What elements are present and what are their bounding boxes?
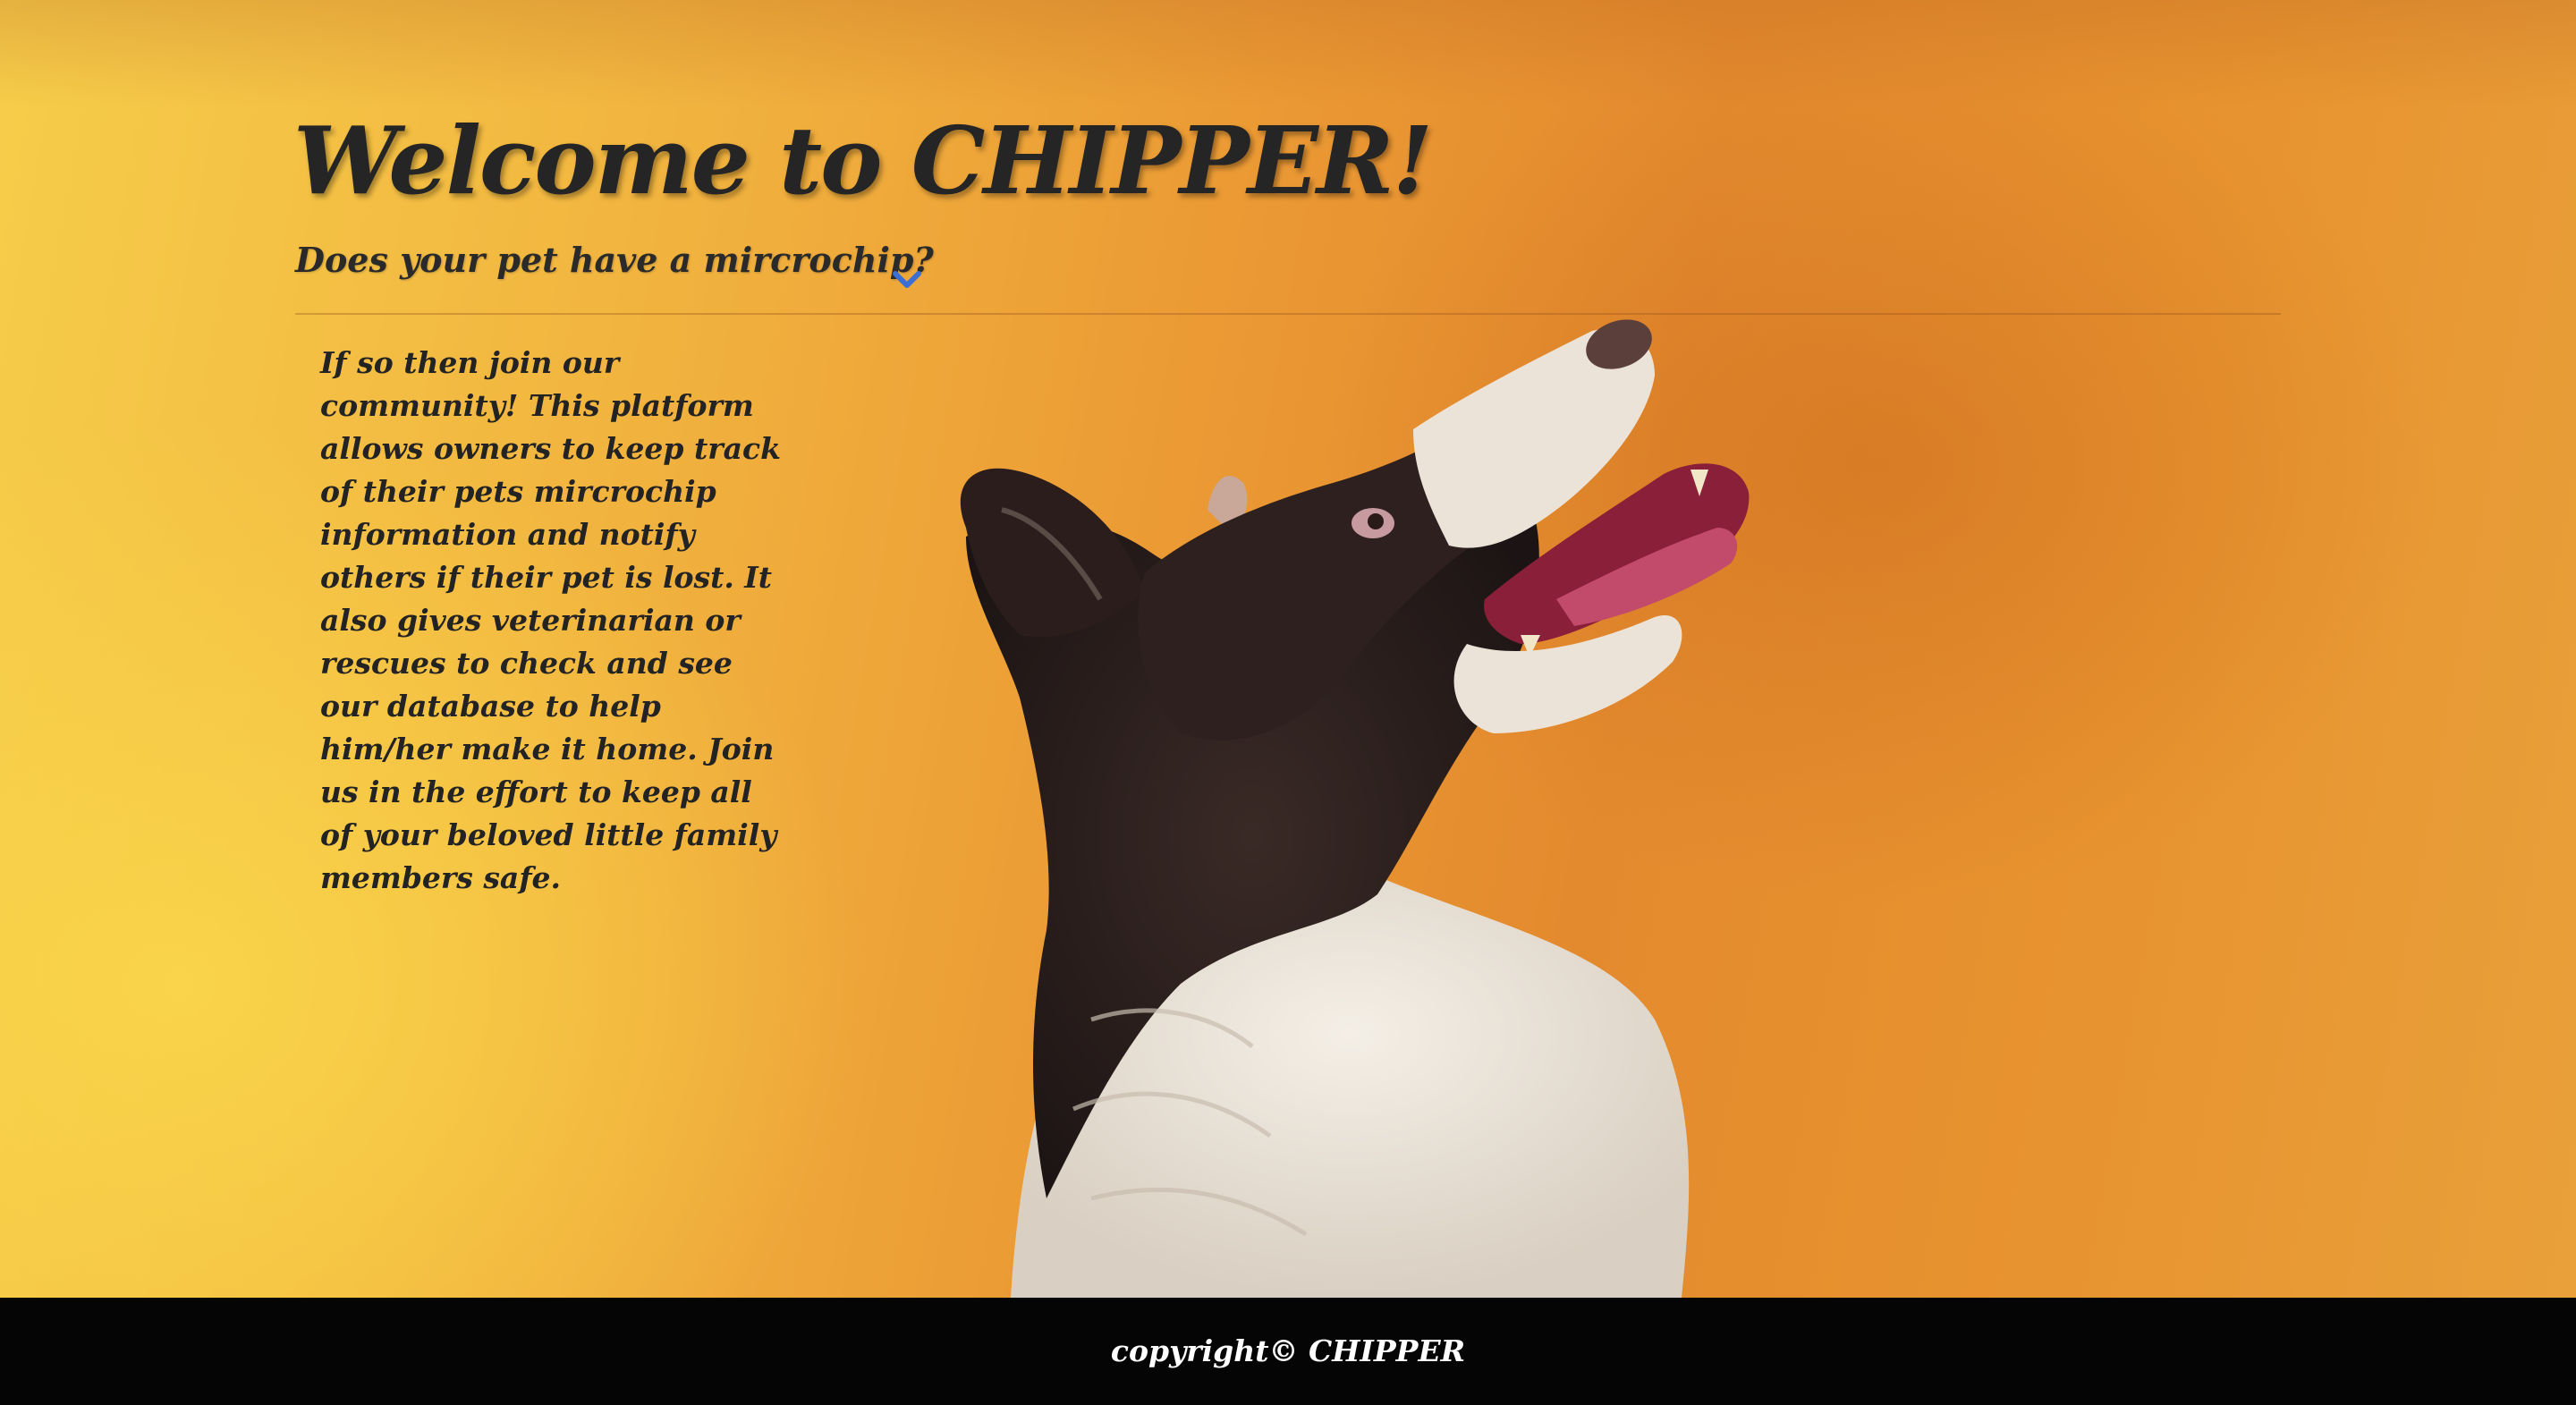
page: Welcome to CHIPPER! Does your pet have a… <box>0 0 2576 1405</box>
page-title: Welcome to CHIPPER! <box>293 106 1433 216</box>
page-subtitle: Does your pet have a mircrochip? <box>295 240 934 280</box>
hero-section: Welcome to CHIPPER! Does your pet have a… <box>0 0 2576 1298</box>
dog-photo <box>960 319 1750 1298</box>
chevron-down-icon[interactable] <box>890 267 924 293</box>
footer: copyright© CHIPPER <box>0 1298 2576 1405</box>
copyright-text: copyright© CHIPPER <box>1110 1333 1466 1368</box>
hero-top-shade <box>0 0 2576 107</box>
intro-description: If so then join our community! This plat… <box>320 345 781 895</box>
